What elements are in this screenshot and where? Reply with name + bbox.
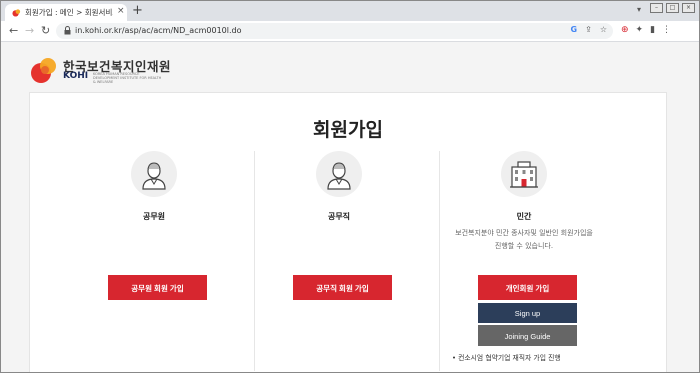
- window-controls: – □ ×: [647, 3, 695, 16]
- column-public-servant: 공무직 공무직 회원 가입: [249, 151, 429, 371]
- browser-window: 회원가입 : 메인 > 회원서비스 > × + ▾ –□× ← → ↻ in.k…: [0, 0, 700, 373]
- extension-red-icon[interactable]: ⊕: [621, 25, 629, 35]
- consortium-note[interactable]: • 컨소시엄 협약기업 재직자 가입 진행: [452, 352, 561, 362]
- extensions-puzzle-icon[interactable]: ✦: [636, 25, 644, 35]
- public-official-signup-button[interactable]: 공무원 회원 가입: [108, 275, 207, 300]
- browser-toolbar: ← → ↻ in.kohi.or.kr/asp/ac/acm/ND_acm001…: [1, 21, 699, 42]
- omnibox-actions: G ⇪ ☆: [563, 25, 607, 34]
- close-window-button[interactable]: ×: [682, 3, 695, 13]
- public-servant-signup-button[interactable]: 공무직 회원 가입: [293, 275, 392, 300]
- browser-tab[interactable]: 회원가입 : 메인 > 회원서비스 > ×: [5, 4, 127, 21]
- page-content: 한국보건복지인재원 KOHI KOREA HUMAN RESOURCE DEVE…: [1, 42, 699, 372]
- google-icon[interactable]: G: [571, 25, 578, 34]
- new-tab-button[interactable]: +: [132, 3, 143, 18]
- logo-en: KOHI: [63, 71, 89, 81]
- share-icon[interactable]: ⇪: [585, 25, 592, 34]
- signup-card: 회원가입 공무원 공무원 회원 가입 공무직 공무직 회원 가입 민간 보건복지…: [29, 92, 667, 372]
- bookmark-star-icon[interactable]: ☆: [600, 25, 607, 34]
- tab-bar: 회원가입 : 메인 > 회원서비스 > × + ▾ –□×: [1, 1, 699, 21]
- reload-icon[interactable]: ↻: [41, 24, 50, 37]
- kohi-logo[interactable]: 한국보건복지인재원 KOHI KOREA HUMAN RESOURCE DEVE…: [29, 55, 189, 87]
- user-icon: [316, 151, 362, 197]
- address-bar[interactable]: in.kohi.or.kr/asp/ac/acm/ND_acm0010l.do …: [56, 23, 613, 39]
- minimize-button[interactable]: –: [650, 3, 663, 13]
- column-title: 공무원: [142, 212, 166, 221]
- joining-guide-button[interactable]: Joining Guide: [478, 325, 577, 346]
- forward-icon[interactable]: →: [25, 24, 34, 37]
- sign-up-english-button[interactable]: Sign up: [478, 303, 577, 323]
- back-icon[interactable]: ←: [9, 24, 18, 37]
- maximize-button[interactable]: □: [666, 3, 679, 13]
- column-title: 공무직: [327, 212, 351, 221]
- column-public-official: 공무원 공무원 회원 가입: [64, 151, 244, 371]
- logo-subtitle: KOREA HUMAN RESOURCE DEVELOPMENT INSTITU…: [93, 72, 162, 84]
- column-title: 민간: [516, 212, 532, 221]
- description-line: 진행할 수 있습니다.: [494, 242, 554, 250]
- column-description: 보건복지분야 민간 종사자및 일반인 회원가입을 진행할 수 있습니다.: [444, 227, 604, 253]
- lock-icon: [64, 26, 71, 35]
- description-line: 보건복지분야 민간 종사자및 일반인 회원가입을: [455, 229, 593, 237]
- column-private: 민간 보건복지분야 민간 종사자및 일반인 회원가입을 진행할 수 있습니다. …: [434, 151, 614, 371]
- tab-close-icon[interactable]: ×: [117, 6, 125, 16]
- tab-title: 회원가입 : 메인 > 회원서비스 >: [25, 8, 113, 17]
- logo-mark-icon: [31, 58, 56, 83]
- sidebar-icon[interactable]: ▮: [650, 25, 655, 35]
- toolbar-actions: ⊕ ✦ ▮ ⋮: [621, 25, 678, 35]
- tab-search-chevron-icon[interactable]: ▾: [637, 5, 641, 14]
- building-icon: [501, 151, 547, 197]
- individual-signup-button[interactable]: 개인회원 가입: [478, 275, 577, 300]
- url-text[interactable]: in.kohi.or.kr/asp/ac/acm/ND_acm0010l.do: [75, 26, 242, 35]
- page-title: 회원가입: [313, 119, 383, 141]
- menu-kebab-icon[interactable]: ⋮: [662, 25, 671, 35]
- kohi-favicon-icon: [12, 9, 21, 17]
- user-icon: [131, 151, 177, 197]
